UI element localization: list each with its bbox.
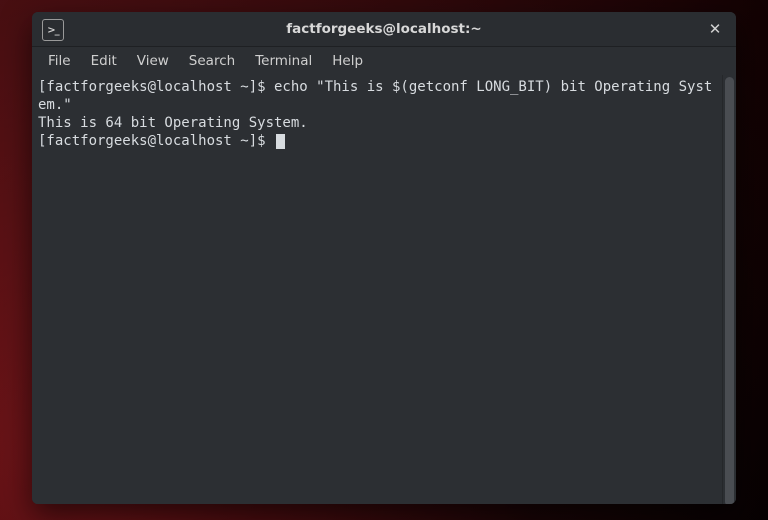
terminal-line: This is 64 bit Operating System. [38,115,718,133]
terminal-icon [42,19,64,41]
scrollbar-track[interactable] [722,75,736,504]
menu-terminal[interactable]: Terminal [245,50,322,72]
menubar: File Edit View Search Terminal Help [32,47,736,75]
window-title: factforgeeks@localhost:~ [286,21,481,37]
close-icon: ✕ [709,20,722,38]
menu-search[interactable]: Search [179,50,245,72]
terminal-body[interactable]: [factforgeeks@localhost ~]$ echo "This i… [32,75,722,504]
desktop-background: factforgeeks@localhost:~ ✕ File Edit Vie… [0,0,768,520]
titlebar[interactable]: factforgeeks@localhost:~ ✕ [32,12,736,47]
terminal-body-wrap: [factforgeeks@localhost ~]$ echo "This i… [32,75,736,504]
close-button[interactable]: ✕ [702,17,728,41]
cursor [276,134,285,149]
scrollbar-thumb[interactable] [725,77,734,504]
terminal-window: factforgeeks@localhost:~ ✕ File Edit Vie… [32,12,736,504]
terminal-line: [factforgeeks@localhost ~]$ echo "This i… [38,79,718,115]
menu-edit[interactable]: Edit [81,50,127,72]
menu-file[interactable]: File [38,50,81,72]
menu-view[interactable]: View [127,50,179,72]
terminal-line: [factforgeeks@localhost ~]$ [38,133,718,151]
menu-help[interactable]: Help [322,50,373,72]
